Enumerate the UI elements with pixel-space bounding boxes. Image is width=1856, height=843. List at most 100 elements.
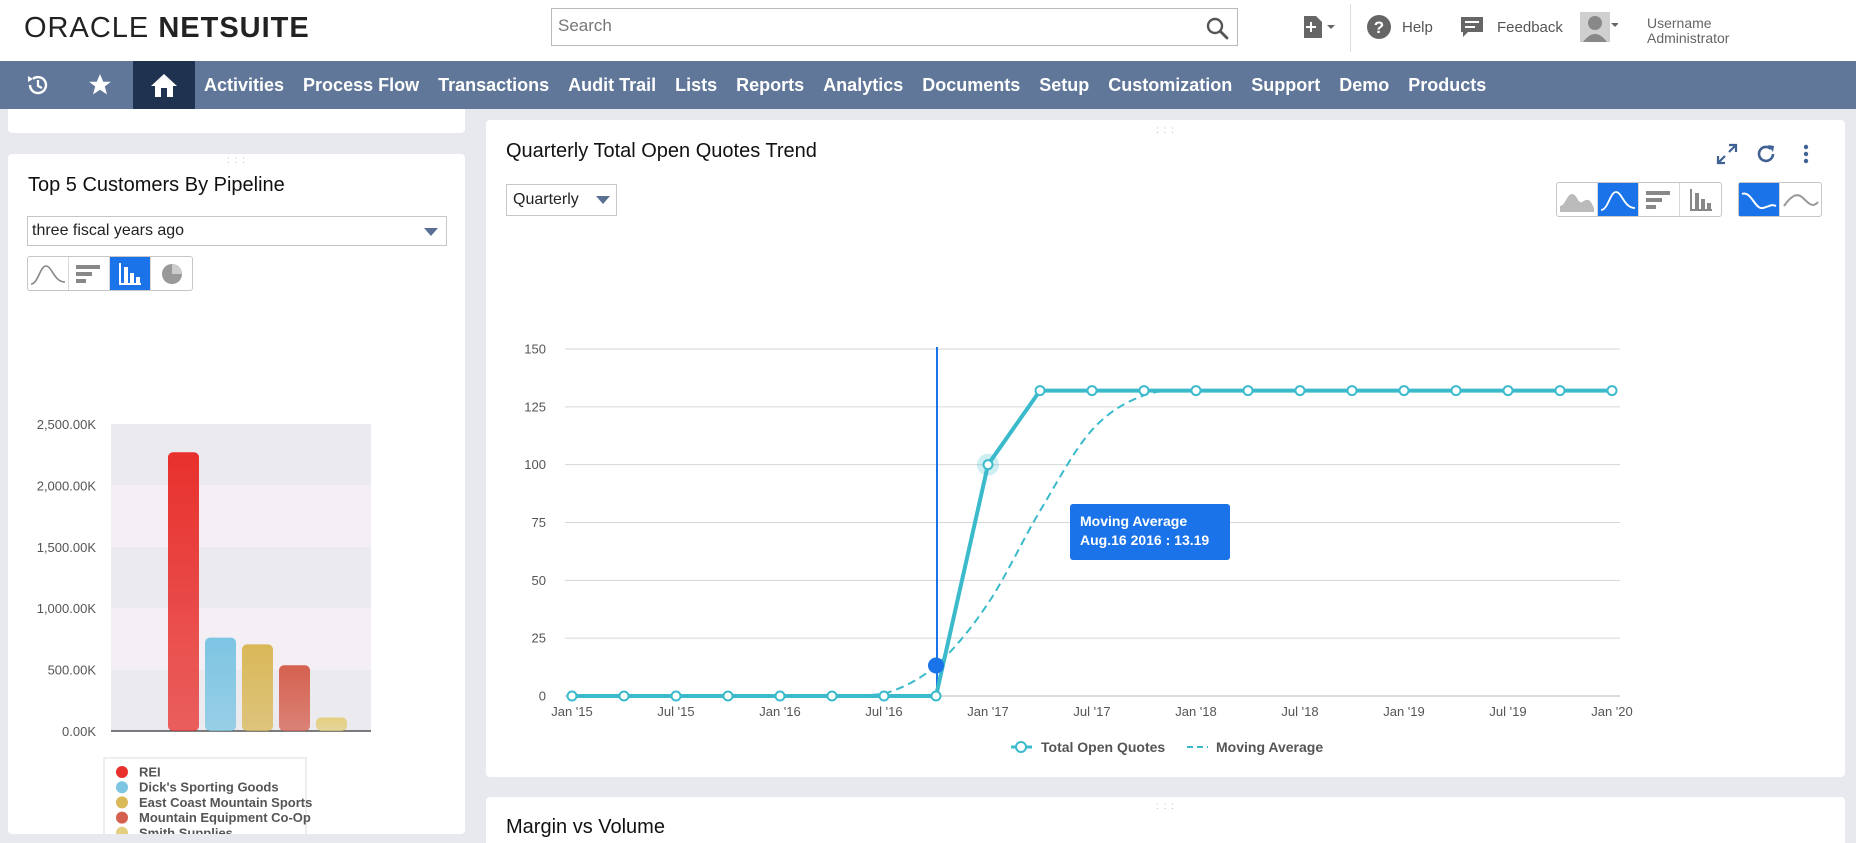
svg-text:?: ? [1374,18,1384,37]
nav-process-flow[interactable]: Process Flow [303,75,429,96]
y-tick-label: 2,500.00K [37,417,97,432]
help-link[interactable]: ? Help [1366,0,1433,54]
data-point [1346,385,1358,397]
home-button[interactable] [133,61,195,109]
data-point [1242,385,1254,397]
user-menu[interactable] [1580,0,1618,54]
portlet-title: Top 5 Customers By Pipeline [28,174,285,196]
user-info[interactable]: Username Administrator [1647,16,1729,46]
y-tick-label: 1,500.00K [37,540,97,555]
tooltip-value: Aug.16 2016 : 13.19 [1080,532,1209,548]
legend-swatch [116,781,128,794]
legend-swatch [116,796,128,809]
avatar-icon [1580,12,1618,42]
column-chart-button[interactable] [110,257,151,290]
search-icon[interactable] [1205,16,1229,40]
area-chart-icon [1560,193,1594,212]
nav-products[interactable]: Products [1408,75,1496,96]
x-tick-label: Jul '15 [657,704,694,719]
period-select-value: Quarterly [513,191,579,208]
legend-swatch-marker [1015,741,1027,753]
nav-support[interactable]: Support [1251,75,1330,96]
x-tick-label: Jul '18 [1281,704,1318,719]
legend-label: Mountain Equipment Co-Op [139,810,311,825]
new-document-icon [1304,16,1335,38]
data-point [1606,385,1618,397]
x-tick-label: Jul '16 [865,704,902,719]
plot-band [111,608,371,670]
line-chart-icon [1600,190,1636,211]
expand-icon[interactable] [1715,142,1739,166]
nav-customization[interactable]: Customization [1108,75,1242,96]
y-tick-label: 0 [539,689,546,704]
nav-demo[interactable]: Demo [1339,75,1399,96]
drag-handle[interactable]: : : : [1155,802,1177,812]
user-name: Username [1647,15,1712,31]
legend-swatch [116,811,128,824]
y-tick-label: 1,000.00K [37,601,97,616]
recent-records-button[interactable] [8,61,68,109]
column-chart-icon [1689,188,1712,211]
shortcuts-button[interactable] [70,61,130,109]
legend-label: Dick's Sporting Goods [139,780,279,795]
line-chart-button[interactable] [28,257,69,290]
x-tick-label: Jan '17 [967,704,1009,719]
drag-handle[interactable]: : : : [226,156,248,166]
pie-chart-icon [161,263,182,284]
portlet-title: Margin vs Volume [506,816,665,838]
portlet-title: Quarterly Total Open Quotes Trend [506,140,817,162]
netsuite-logo[interactable]: ORACLE NETSUITE [24,12,310,45]
user-role: Administrator [1647,30,1730,46]
nav-menu: Activities Process Flow Transactions Aud… [204,61,1505,109]
pie-chart-button[interactable] [151,257,192,290]
refresh-icon[interactable] [1754,142,1778,166]
data-point [618,690,630,702]
drag-handle[interactable]: : : : [1155,126,1177,136]
x-tick-label: Jan '20 [1591,704,1633,719]
home-icon [151,74,177,97]
column-chart-icon [119,262,141,285]
chevron-down-icon [424,228,438,236]
data-point [722,690,734,702]
feedback-label: Feedback [1497,18,1563,36]
global-search [551,8,1238,46]
line-chart-icon [30,264,66,285]
feedback-link[interactable]: Feedback [1459,0,1563,54]
nav-documents[interactable]: Documents [922,75,1030,96]
period-select[interactable]: three fiscal years ago [27,216,447,246]
nav-audit-trail[interactable]: Audit Trail [568,75,666,96]
horizontal-bar-button[interactable] [69,257,110,290]
open-quotes-line-chart: 0 25 50 75 100 125 150 Jan '15 Jul '15 Jan '16 Jul… [524,342,1633,756]
search-input[interactable] [552,9,1182,43]
nav-analytics[interactable]: Analytics [823,75,913,96]
x-tick-label: Jul '19 [1489,704,1526,719]
chevron-down-icon [596,196,610,204]
nav-activities[interactable]: Activities [204,75,294,96]
legend-label: Smith Supplies [139,825,233,834]
header-divider [1350,4,1351,52]
y-tick-label: 125 [524,399,546,414]
bar [279,665,310,731]
legend-label: REI [139,765,161,780]
data-point [1294,385,1306,397]
data-point [1502,385,1514,397]
margin-volume-portlet: : : : Margin vs Volume [486,797,1845,843]
nav-transactions[interactable]: Transactions [438,75,559,96]
y-tick-label: 2,000.00K [37,478,97,493]
legend-label: East Coast Mountain Sports [139,795,312,810]
nav-setup[interactable]: Setup [1039,75,1099,96]
previous-portlet [8,109,465,133]
data-point [1554,385,1566,397]
x-tick-label: Jan '16 [759,704,801,719]
nav-reports[interactable]: Reports [736,75,814,96]
smooth-curve-icon [1741,192,1777,209]
y-tick-label: 0.00K [62,724,96,739]
more-options-icon[interactable] [1794,142,1818,166]
data-point [930,690,942,702]
top-customers-portlet: : : : Top 5 Customers By Pipeline three … [8,154,465,834]
chart-type-toggle [27,256,193,291]
x-tick-label: Jul '17 [1073,704,1110,719]
create-new-button[interactable] [1300,0,1336,54]
horizontal-bar-icon [1646,190,1670,209]
nav-lists[interactable]: Lists [675,75,727,96]
